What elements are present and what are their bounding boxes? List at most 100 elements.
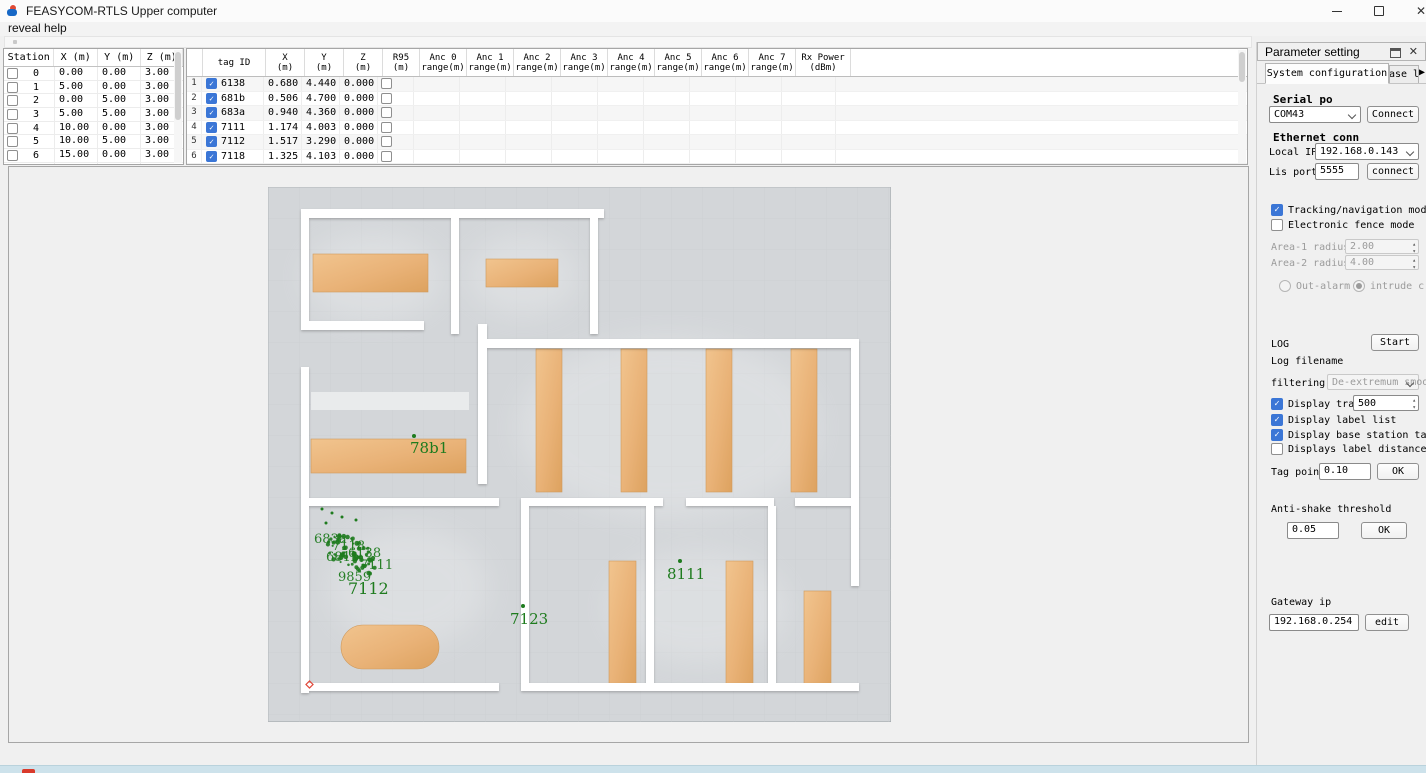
station-col-header: X (m) <box>54 49 98 66</box>
anc-range-cell <box>598 149 644 163</box>
tab-scroll-right-icon[interactable]: ▶ <box>1419 67 1425 78</box>
tag-table-scrollbar[interactable] <box>1238 50 1246 163</box>
display-track-checkbox[interactable]: ✓ Display track <box>1271 398 1366 410</box>
gateway-ip-input[interactable]: 192.168.0.254 <box>1269 614 1359 631</box>
display-track-spinbox[interactable]: 500 ▴ ▾ <box>1353 395 1419 411</box>
spinner-arrows-icon[interactable]: ▴ ▾ <box>1412 397 1416 411</box>
close-button[interactable]: ✕ <box>1400 0 1426 22</box>
anti-shake-label: Anti-shake threshold <box>1271 504 1392 515</box>
station-id-cell: 3 <box>4 108 55 121</box>
r95-checkbox[interactable] <box>381 150 392 162</box>
tag-row[interactable]: 4 ✓ 7111 1.174 4.003 0.000 <box>187 120 1247 135</box>
fence-mode-checkbox[interactable]: Electronic fence mode <box>1271 219 1414 231</box>
station-row[interactable]: 715.005.003.00 <box>4 162 183 164</box>
gateway-edit-button[interactable]: edit <box>1365 614 1409 631</box>
radio-selected-icon <box>1353 280 1365 292</box>
anc-range-cell <box>736 91 782 105</box>
menu-item-reveal[interactable]: reveal <box>8 21 41 35</box>
log-start-button[interactable]: Start <box>1371 334 1419 351</box>
r95-checkbox[interactable] <box>381 107 392 119</box>
taskbar-app-icon[interactable] <box>22 769 35 773</box>
serial-port-select[interactable]: COM43 <box>1269 106 1361 123</box>
floorplan-map[interactable]: 683a7118681b613871119859 78b171238111711… <box>268 187 891 722</box>
ethernet-connect-button[interactable]: connect <box>1367 163 1419 180</box>
station-row[interactable]: 0 0.00 0.00 3.00 <box>4 67 183 81</box>
station-checkbox[interactable] <box>7 163 18 164</box>
station-row[interactable]: 1 5.00 0.00 3.00 <box>4 80 183 95</box>
spinner-arrows-icon[interactable]: ▴ ▾ <box>1412 241 1416 255</box>
tag-checkbox-checked[interactable]: ✓ <box>206 136 217 148</box>
intrude-radio[interactable]: intrude c <box>1353 280 1424 292</box>
tag-point-input[interactable]: 0.10 <box>1319 463 1371 480</box>
station-cell: 5.00 <box>98 108 141 121</box>
toolbar-grip-icon[interactable] <box>13 40 17 44</box>
station-checkbox[interactable] <box>7 95 18 107</box>
anc-range-cell <box>460 135 506 149</box>
station-row[interactable]: 6 15.00 0.00 3.00 <box>4 149 183 163</box>
rx-power-cell <box>782 106 836 120</box>
dock-float-icon[interactable] <box>1390 48 1401 58</box>
station-checkbox[interactable] <box>7 81 18 93</box>
restore-button[interactable] <box>1358 0 1400 22</box>
tag-x-cell: 1.325 <box>264 149 302 163</box>
station-table-scrollbar[interactable] <box>174 50 182 163</box>
serial-connect-button[interactable]: Connect <box>1367 106 1419 123</box>
tag-checkbox-checked[interactable]: ✓ <box>206 107 217 119</box>
r95-checkbox[interactable] <box>381 92 392 104</box>
tag-row[interactable]: 5 ✓ 7112 1.517 3.290 0.000 <box>187 135 1247 150</box>
tag-y-cell: 4.440 <box>302 77 340 91</box>
dock-close-icon[interactable]: ✕ <box>1409 45 1418 58</box>
tag-row[interactable]: 3 ✓ 683a 0.940 4.360 0.000 <box>187 106 1247 121</box>
station-checkbox[interactable] <box>7 122 18 134</box>
local-ip-select[interactable]: 192.168.0.143 <box>1315 143 1419 160</box>
station-row[interactable]: 4 10.00 0.00 3.00 <box>4 121 183 136</box>
tab-base-station[interactable]: Base ls <box>1389 65 1419 84</box>
filtering-select[interactable]: De-extremum smoo <box>1327 374 1426 390</box>
anti-shake-input[interactable]: 0.05 <box>1287 522 1339 539</box>
tag-z-cell: 0.000 <box>340 149 378 163</box>
tag-row[interactable]: 2 ✓ 681b 0.506 4.700 0.000 <box>187 91 1247 106</box>
anc-range-cell <box>690 135 736 149</box>
station-checkbox[interactable] <box>7 108 18 120</box>
station-table-header: Station X (m) Y (m) Z (m) <box>4 49 183 67</box>
spinner-arrows-icon[interactable]: ▴ ▾ <box>1412 257 1416 271</box>
menu-item-help[interactable]: help <box>44 21 67 35</box>
rx-power-cell <box>782 149 836 163</box>
out-alarm-radio[interactable]: Out-alarm <box>1279 280 1350 292</box>
station-cell: 3.00 <box>141 163 182 164</box>
tag-checkbox-checked[interactable]: ✓ <box>206 92 217 104</box>
display-label-list-checkbox[interactable]: ✓ Display label list <box>1271 414 1396 426</box>
tag-r95-cell <box>378 120 414 134</box>
station-checkbox[interactable] <box>7 149 18 161</box>
tag-checkbox-checked[interactable]: ✓ <box>206 78 217 90</box>
station-id-cell: 0 <box>4 67 55 80</box>
tag-x-cell: 0.940 <box>264 106 302 120</box>
tag-checkbox-checked[interactable]: ✓ <box>206 121 217 133</box>
area2-spinbox[interactable]: 4.00 ▴ ▾ <box>1345 255 1419 271</box>
tag-row[interactable]: 1 ✓ 6138 0.680 4.440 0.000 <box>187 77 1247 92</box>
tag-col-header: Rx Power (dBm) <box>796 49 851 76</box>
station-checkbox[interactable] <box>7 67 18 79</box>
station-checkbox[interactable] <box>7 136 18 148</box>
r95-checkbox[interactable] <box>381 78 392 90</box>
display-base-table-checkbox[interactable]: ✓ Display base station table <box>1271 429 1426 441</box>
area1-spinbox[interactable]: 2.00 ▴ ▾ <box>1345 239 1419 255</box>
checkbox-checked-icon: ✓ <box>1271 429 1283 441</box>
anc-range-cell <box>690 149 736 163</box>
station-row[interactable]: 5 10.00 5.00 3.00 <box>4 135 183 150</box>
anti-shake-ok-button[interactable]: OK <box>1361 522 1407 539</box>
tracking-mode-checkbox[interactable]: ✓ Tracking/navigation mode <box>1271 204 1426 216</box>
station-row[interactable]: 2 0.00 5.00 3.00 <box>4 94 183 109</box>
minimize-button[interactable] <box>1316 0 1358 22</box>
anc-range-cell <box>414 149 460 163</box>
r95-checkbox[interactable] <box>381 136 392 148</box>
tab-system-configuration[interactable]: System configuration <box>1265 63 1389 84</box>
tag-row[interactable]: 6 ✓ 7118 1.325 4.103 0.000 <box>187 149 1247 164</box>
dock-title: Parameter setting ✕ <box>1257 42 1426 61</box>
r95-checkbox[interactable] <box>381 121 392 133</box>
tag-point-ok-button[interactable]: OK <box>1377 463 1419 480</box>
station-row[interactable]: 3 5.00 5.00 3.00 <box>4 108 183 122</box>
lis-port-input[interactable]: 5555 <box>1315 163 1359 180</box>
display-calibration-checkbox[interactable]: Displays label distance calibr <box>1271 443 1426 455</box>
tag-checkbox-checked[interactable]: ✓ <box>206 150 217 162</box>
